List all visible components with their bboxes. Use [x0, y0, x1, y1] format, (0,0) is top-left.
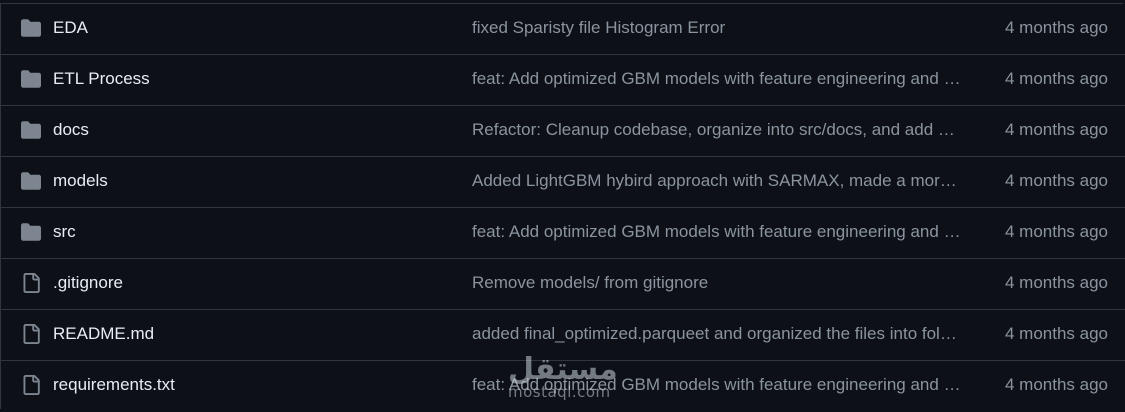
file-row[interactable]: EDA fixed Sparisty file Histogram Error … — [1, 4, 1125, 55]
file-name-link[interactable]: models — [53, 171, 108, 191]
file-icon — [23, 273, 40, 293]
folder-icon — [21, 19, 41, 37]
commit-message-link[interactable]: feat: Add optimized GBM models with feat… — [472, 375, 962, 395]
file-name-link[interactable]: .gitignore — [53, 273, 123, 293]
commit-age: 4 months ago — [1004, 120, 1108, 139]
file-name-link[interactable]: ETL Process — [53, 69, 150, 89]
file-icon — [23, 375, 40, 395]
file-icon — [23, 324, 40, 344]
file-name-link[interactable]: docs — [53, 120, 89, 140]
file-row[interactable]: models Added LightGBM hybird approach wi… — [1, 157, 1125, 208]
commit-age: 4 months ago — [1004, 18, 1108, 37]
commit-message-link[interactable]: added final_optimized.parqueet and organ… — [472, 324, 962, 344]
folder-icon — [21, 70, 41, 88]
commit-age: 4 months ago — [1004, 375, 1108, 394]
file-row[interactable]: requirements.txt feat: Add optimized GBM… — [1, 361, 1125, 412]
file-name-link[interactable]: src — [53, 222, 76, 242]
file-name-link[interactable]: requirements.txt — [53, 375, 175, 395]
commit-age: 4 months ago — [1004, 222, 1108, 241]
file-row[interactable]: README.md added final_optimized.parqueet… — [1, 310, 1125, 361]
commit-message-link[interactable]: Remove models/ from gitignore — [472, 273, 962, 293]
file-row[interactable]: src feat: Add optimized GBM models with … — [1, 208, 1125, 259]
file-name-link[interactable]: EDA — [53, 18, 88, 38]
commit-message-link[interactable]: feat: Add optimized GBM models with feat… — [472, 69, 962, 89]
commit-age: 4 months ago — [1004, 171, 1108, 190]
commit-message-link[interactable]: feat: Add optimized GBM models with feat… — [472, 222, 962, 242]
file-row[interactable]: .gitignore Remove models/ from gitignore… — [1, 259, 1125, 310]
file-list-table: EDA fixed Sparisty file Histogram Error … — [0, 3, 1125, 412]
commit-message-link[interactable]: Refactor: Cleanup codebase, organize int… — [472, 120, 962, 140]
folder-icon — [21, 223, 41, 241]
folder-icon — [21, 172, 41, 190]
file-name-link[interactable]: README.md — [53, 324, 154, 344]
file-row[interactable]: docs Refactor: Cleanup codebase, organiz… — [1, 106, 1125, 157]
commit-age: 4 months ago — [1004, 69, 1108, 88]
folder-icon — [21, 121, 41, 139]
commit-age: 4 months ago — [1004, 273, 1108, 292]
commit-message-link[interactable]: fixed Sparisty file Histogram Error — [472, 18, 962, 38]
commit-message-link[interactable]: Added LightGBM hybird approach with SARM… — [472, 171, 962, 191]
file-row[interactable]: ETL Process feat: Add optimized GBM mode… — [1, 55, 1125, 106]
commit-age: 4 months ago — [1004, 324, 1108, 343]
